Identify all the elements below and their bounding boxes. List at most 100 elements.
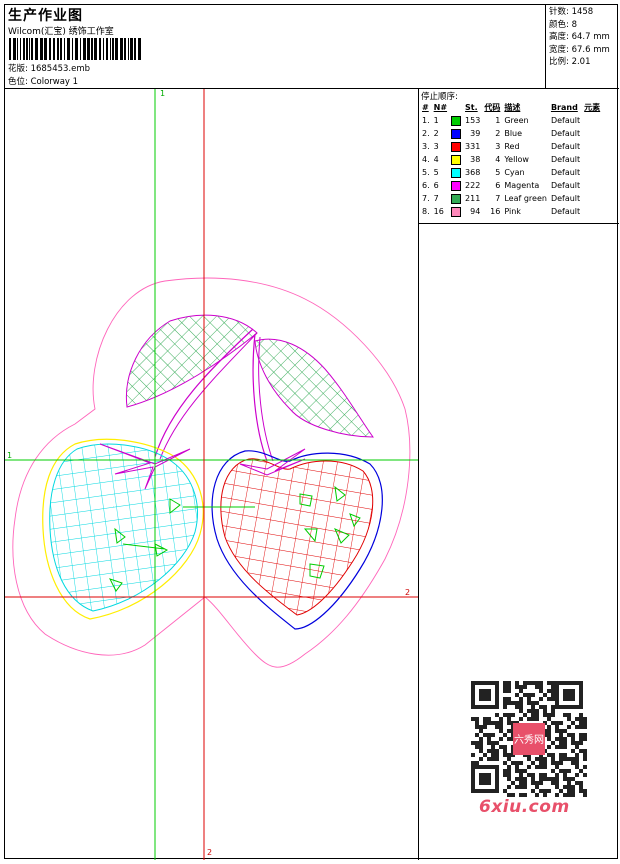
table-row: 2. 2 39 2 Blue Default — [420, 127, 602, 140]
row-element — [582, 192, 602, 205]
row-element — [582, 140, 602, 153]
design-scale: 比例: 2.01 — [549, 57, 591, 67]
col-needle: N# — [433, 103, 448, 112]
col-element: 元素 — [584, 103, 601, 112]
row-description: Red — [504, 142, 520, 151]
table-row: 7. 7 211 7 Leaf green Default — [420, 192, 602, 205]
color-swatch — [451, 128, 462, 139]
row-code: 3 — [495, 142, 501, 151]
header-info: 生产作业图 Wilcom(汇宝) 绣饰工作室 花版: 1685453.emb 色… — [5, 5, 546, 89]
row-stitches: 38 — [470, 155, 481, 164]
col-stitches: St. — [465, 103, 478, 112]
row-description: Blue — [504, 129, 523, 138]
col-code: 代码 — [484, 103, 501, 112]
table-row: 4. 4 38 4 Yellow Default — [420, 153, 602, 166]
row-index: 4. — [422, 155, 430, 164]
row-code: 1 — [495, 116, 501, 125]
color-swatch — [451, 141, 462, 152]
table-row: 6. 6 222 6 Magenta Default — [420, 179, 602, 192]
qr-code: 六秀网 — [471, 681, 587, 797]
page-title: 生产作业图 — [8, 8, 83, 24]
color-swatch — [451, 154, 462, 165]
row-description: Green — [504, 116, 529, 125]
row-stitches: 153 — [465, 116, 481, 125]
color-swatch — [451, 206, 462, 217]
row-stitches: 222 — [465, 181, 481, 190]
barcode — [9, 38, 141, 60]
row-needle: 7 — [433, 194, 439, 203]
row-description: Cyan — [504, 168, 525, 177]
col-swatch — [449, 101, 463, 114]
row-needle: 6 — [433, 181, 439, 190]
row-stitches: 211 — [465, 194, 481, 203]
company-name: Wilcom(汇宝) 绣饰工作室 — [8, 27, 114, 37]
table-header-row: # N# St. 代码 描述 Brand 元素 — [420, 101, 602, 114]
row-code: 4 — [495, 155, 501, 164]
table-row: 8. 16 94 16 Pink Default — [420, 205, 602, 218]
row-code: 16 — [490, 207, 501, 216]
row-swatch — [449, 192, 463, 205]
row-description: Leaf green — [504, 194, 547, 203]
row-stitches: 39 — [470, 129, 481, 138]
site-logo: 6xiu.com — [479, 797, 570, 817]
col-index: # — [422, 103, 429, 112]
row-needle: 4 — [433, 155, 439, 164]
row-needle: 16 — [433, 207, 444, 216]
stitch-count: 针数: 1458 — [549, 7, 594, 17]
table-row: 5. 5 368 5 Cyan Default — [420, 166, 602, 179]
row-element — [582, 114, 602, 127]
row-swatch — [449, 114, 463, 127]
row-index: 3. — [422, 142, 430, 151]
row-stitches: 94 — [470, 207, 481, 216]
row-stitches: 368 — [465, 168, 481, 177]
row-swatch — [449, 179, 463, 192]
right-leaf — [254, 338, 374, 438]
row-swatch — [449, 166, 463, 179]
design-height: 高度: 64.7 mm — [549, 32, 610, 42]
row-brand: Default — [550, 155, 581, 164]
colorway-label: 色位: Colorway 1 — [8, 77, 79, 87]
row-index: 1. — [422, 116, 430, 125]
left-strawberry-fill — [49, 443, 198, 612]
row-brand: Default — [550, 129, 581, 138]
row-index: 8. — [422, 207, 430, 216]
col-brand: Brand — [550, 103, 578, 112]
color-swatch — [451, 180, 462, 191]
row-swatch — [449, 205, 463, 218]
row-stitches: 331 — [465, 142, 481, 151]
row-code: 6 — [495, 181, 501, 190]
guide-label-green-v: 1 — [160, 89, 166, 98]
qr-badge: 六秀网 — [514, 734, 544, 746]
row-index: 5. — [422, 168, 430, 177]
guide-label-red-v: 2 — [207, 848, 213, 857]
row-element — [582, 205, 602, 218]
col-description: 描述 — [504, 103, 521, 112]
design-stats: 针数: 1458 颜色: 8 高度: 64.7 mm 宽度: 67.6 mm 比… — [546, 5, 619, 89]
row-needle: 1 — [433, 116, 439, 125]
right-strawberry-fill — [220, 458, 374, 616]
panel-divider — [419, 223, 619, 224]
row-needle: 3 — [433, 142, 439, 151]
design-file: 花版: 1685453.emb — [8, 64, 91, 74]
row-code: 5 — [495, 168, 501, 177]
row-element — [582, 127, 602, 140]
guide-label-red-h: 2 — [405, 588, 411, 597]
color-swatch — [451, 193, 462, 204]
row-index: 7. — [422, 194, 430, 203]
row-brand: Default — [550, 207, 581, 216]
table-row: 3. 3 331 3 Red Default — [420, 140, 602, 153]
row-brand: Default — [550, 142, 581, 151]
left-leaf — [125, 314, 258, 408]
row-code: 7 — [495, 194, 501, 203]
row-index: 2. — [422, 129, 430, 138]
stop-sequence-panel: 停止顺序: # N# St. 代码 描述 Brand 元素 1. 1 153 1 Gre… — [419, 89, 619, 860]
row-swatch — [449, 127, 463, 140]
row-code: 2 — [495, 129, 501, 138]
row-description: Pink — [504, 207, 521, 216]
production-sheet: 生产作业图 Wilcom(汇宝) 绣饰工作室 花版: 1685453.emb 色… — [4, 4, 619, 860]
row-brand: Default — [550, 116, 581, 125]
row-brand: Default — [550, 194, 581, 203]
row-brand: Default — [550, 168, 581, 177]
row-element — [582, 166, 602, 179]
row-index: 6. — [422, 181, 430, 190]
